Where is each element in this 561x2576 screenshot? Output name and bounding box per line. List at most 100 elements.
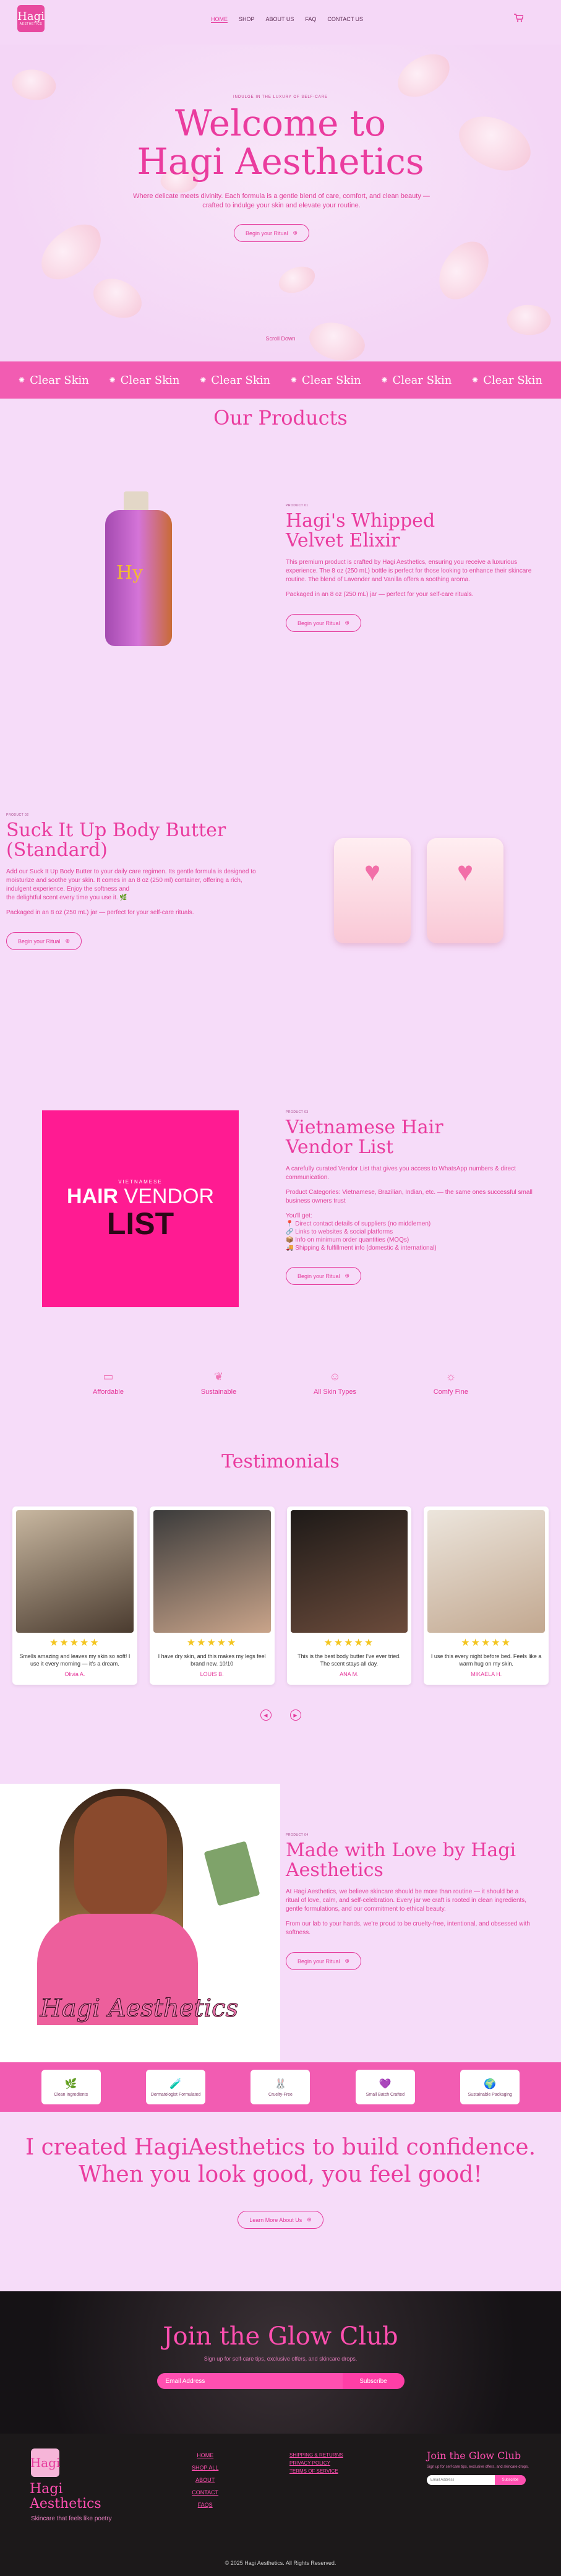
product-kicker: PRODUCT 03 <box>286 1110 309 1114</box>
marquee-item: ✺ Clear Skin <box>19 373 89 387</box>
footer-links: HOME SHOP ALL ABOUT CONTACT FAQS <box>192 2452 218 2508</box>
hero-cta-label: Begin your Ritual <box>246 230 288 236</box>
product-kicker: PRODUCT 01 <box>286 504 309 508</box>
footer-link-contact[interactable]: CONTACT <box>192 2489 218 2496</box>
product-name: Vietnamese Hair Vendor List <box>286 1117 443 1158</box>
testimonial-card: ★★★★★ I use this every night before bed.… <box>424 1506 549 1685</box>
badge-dermatologist: 🧪 Dermatologist Formulated <box>146 2070 206 2104</box>
product-name: Hagi's Whipped Velvet Elixir <box>286 510 435 551</box>
nav-item-about[interactable]: ABOUT US <box>266 16 294 23</box>
features-row: ▭ Affordable ❦ Sustainable ☺ All Skin Types… <box>0 1370 561 1451</box>
footer-link-terms[interactable]: TERMS OF SERVICE <box>289 2468 343 2474</box>
petal <box>503 299 554 341</box>
sparkle-icon: ✺ <box>200 376 207 384</box>
bunny-icon: 🐰 <box>274 2078 287 2090</box>
petal <box>426 233 502 308</box>
testimonial-card: ★★★★★ Smells amazing and leaves my skin … <box>12 1506 137 1685</box>
product-name: Suck It Up Body Butter (Standard) <box>6 819 226 861</box>
clear-skin-marquee: ✺ Clear Skin ✺ Clear Skin ✺ Clear Skin ✺ Cle… <box>0 361 561 399</box>
cart-icon[interactable] <box>513 14 524 22</box>
testimonial-photo <box>16 1510 134 1633</box>
confidence-heading: I created HagiAesthetics to build confid… <box>25 2135 536 2187</box>
rating-stars: ★★★★★ <box>461 1638 512 1648</box>
about-section: Hagi Aesthetics PRODUCT 04 Made with Lov… <box>0 1784 561 2062</box>
testimonial-quote: This is the best body butter I've ever t… <box>297 1653 401 1667</box>
values-badges: 🌿 Clean Ingredients 🧪 Dermatologist Formul… <box>0 2062 561 2112</box>
testimonial-photo <box>153 1510 271 1633</box>
footer-link-home[interactable]: HOME <box>197 2452 213 2458</box>
product-1: Hy PRODUCT 01 Hagi's Whipped Velvet Elixi… <box>0 491 561 801</box>
footer-link-about[interactable]: ABOUT <box>195 2477 215 2483</box>
feature-all-skin-types: ☺ All Skin Types <box>314 1370 356 1396</box>
sparkle-icon: ✺ <box>19 376 25 384</box>
about-illustration: Hagi Aesthetics <box>0 1784 280 2062</box>
product-1-cta-button[interactable]: Begin your Ritual ⊕ <box>286 614 362 632</box>
nav-item-contact[interactable]: CONTACT US <box>327 16 363 23</box>
hero-title-line1: Welcome to <box>174 102 387 144</box>
hero: INDULGE IN THE LUXURY OF SELF-CARE Welco… <box>0 45 561 361</box>
marquee-item: ✺ Clear Skin <box>472 373 542 387</box>
arrow-circle-icon: ⊕ <box>293 230 298 236</box>
arrow-circle-icon: ⊕ <box>345 1273 350 1279</box>
footer-subscribe-button[interactable]: Subscribe <box>495 2475 526 2485</box>
product-2-cta-button[interactable]: Begin your Ritual ⊕ <box>6 932 82 950</box>
logo-monogram: Hagi <box>17 10 45 23</box>
testimonials-title: Testimonials <box>221 1451 340 1472</box>
learn-more-button[interactable]: Learn More About Us ⊕ <box>238 2211 323 2229</box>
footer-link-shipping[interactable]: SHIPPING & RETURNS <box>289 2452 343 2458</box>
newsletter-subscribe-button[interactable]: Subscribe <box>342 2373 405 2389</box>
testimonial-author: LOUIS B. <box>200 1671 224 1677</box>
petal <box>391 48 456 103</box>
arrow-circle-icon: ⊕ <box>345 1958 350 1964</box>
testimonial-card: ★★★★★ This is the best body butter I've … <box>286 1506 412 1685</box>
logo[interactable]: Hagi AESTHETICS <box>17 5 45 32</box>
newsletter-email-input[interactable] <box>156 2373 343 2389</box>
newsletter-subtitle: Sign up for self-care tips, exclusive of… <box>203 2356 358 2362</box>
hero-kicker: INDULGE IN THE LUXURY OF SELF-CARE <box>233 95 328 99</box>
product-description: This premium product is crafted by Hagi … <box>286 559 532 598</box>
carousel-controls: ◀ ▶ <box>0 1709 561 1784</box>
nav-item-faq[interactable]: FAQ <box>305 16 316 23</box>
testimonial-photo <box>427 1510 545 1633</box>
nav-item-home[interactable]: HOME <box>211 16 228 23</box>
newsletter-form: Subscribe <box>0 2373 561 2389</box>
hero-subtitle: Where delicate meets divinity. Each form… <box>133 192 430 209</box>
footer-newsletter-title: Join the Glow Club <box>427 2450 521 2461</box>
product-3-cta-button[interactable]: Begin your Ritual ⊕ <box>286 1267 362 1285</box>
hero-cta-button[interactable]: Begin your Ritual ⊕ <box>234 224 310 242</box>
testimonial-author: ANA M. <box>340 1671 359 1677</box>
footer-logo[interactable]: Hagi <box>30 2448 60 2477</box>
about-description: At Hagi Aesthetics, we believe skincare … <box>286 1888 530 1936</box>
marquee-item: ✺ Clear Skin <box>290 373 361 387</box>
globe-icon: 🌍 <box>484 2078 497 2090</box>
sun-icon: ☼ <box>445 1370 456 1383</box>
sparkle-icon: ✺ <box>381 376 388 384</box>
carousel-prev-button[interactable]: ◀ <box>260 1709 272 1721</box>
arrow-circle-icon: ⊕ <box>307 2216 312 2223</box>
signature-logo: Hagi Aesthetics <box>40 1994 239 2023</box>
sparkle-icon: ✺ <box>109 376 116 384</box>
footer-link-shop-all[interactable]: SHOP ALL <box>192 2465 218 2471</box>
scroll-down[interactable]: Scroll Down <box>0 335 561 342</box>
footer-newsletter: Join the Glow Club Sign up for self-care… <box>427 2450 532 2485</box>
about-cta-button[interactable]: Begin your Ritual ⊕ <box>286 1952 362 1970</box>
nav-item-shop[interactable]: SHOP <box>239 16 255 23</box>
badge-sustainable-packaging: 🌍 Sustainable Packaging <box>460 2070 520 2104</box>
footer-link-privacy[interactable]: PRIVACY POLICY <box>289 2460 343 2466</box>
testimonial-quote: I have dry skin, and this makes my legs … <box>158 1653 266 1667</box>
footer-brand-name: Hagi Aesthetics <box>30 2481 101 2512</box>
feature-affordable: ▭ Affordable <box>93 1370 124 1396</box>
testimonial-author: Olivia A. <box>64 1671 85 1677</box>
feature-comfy-fine: ☼ Comfy Fine <box>433 1370 468 1396</box>
heart-icon: 💜 <box>379 2078 392 2090</box>
confidence-section: I created HagiAesthetics to build confid… <box>0 2112 561 2291</box>
product-2-jar-image: ♥ <box>427 838 503 943</box>
about-title: Made with Love by Hagi Aesthetics <box>286 1839 516 1881</box>
footer-link-faqs[interactable]: FAQS <box>198 2502 213 2508</box>
testimonials-carousel: ★★★★★ Smells amazing and leaves my skin … <box>0 1506 561 1685</box>
carousel-next-button[interactable]: ▶ <box>289 1709 301 1721</box>
product-1-bottle-image: Hy <box>105 491 179 652</box>
footer-email-input[interactable] <box>427 2475 495 2485</box>
product-2-text: PRODUCT 02 Suck It Up Body Butter (Standa… <box>6 813 266 950</box>
petal <box>276 264 318 295</box>
